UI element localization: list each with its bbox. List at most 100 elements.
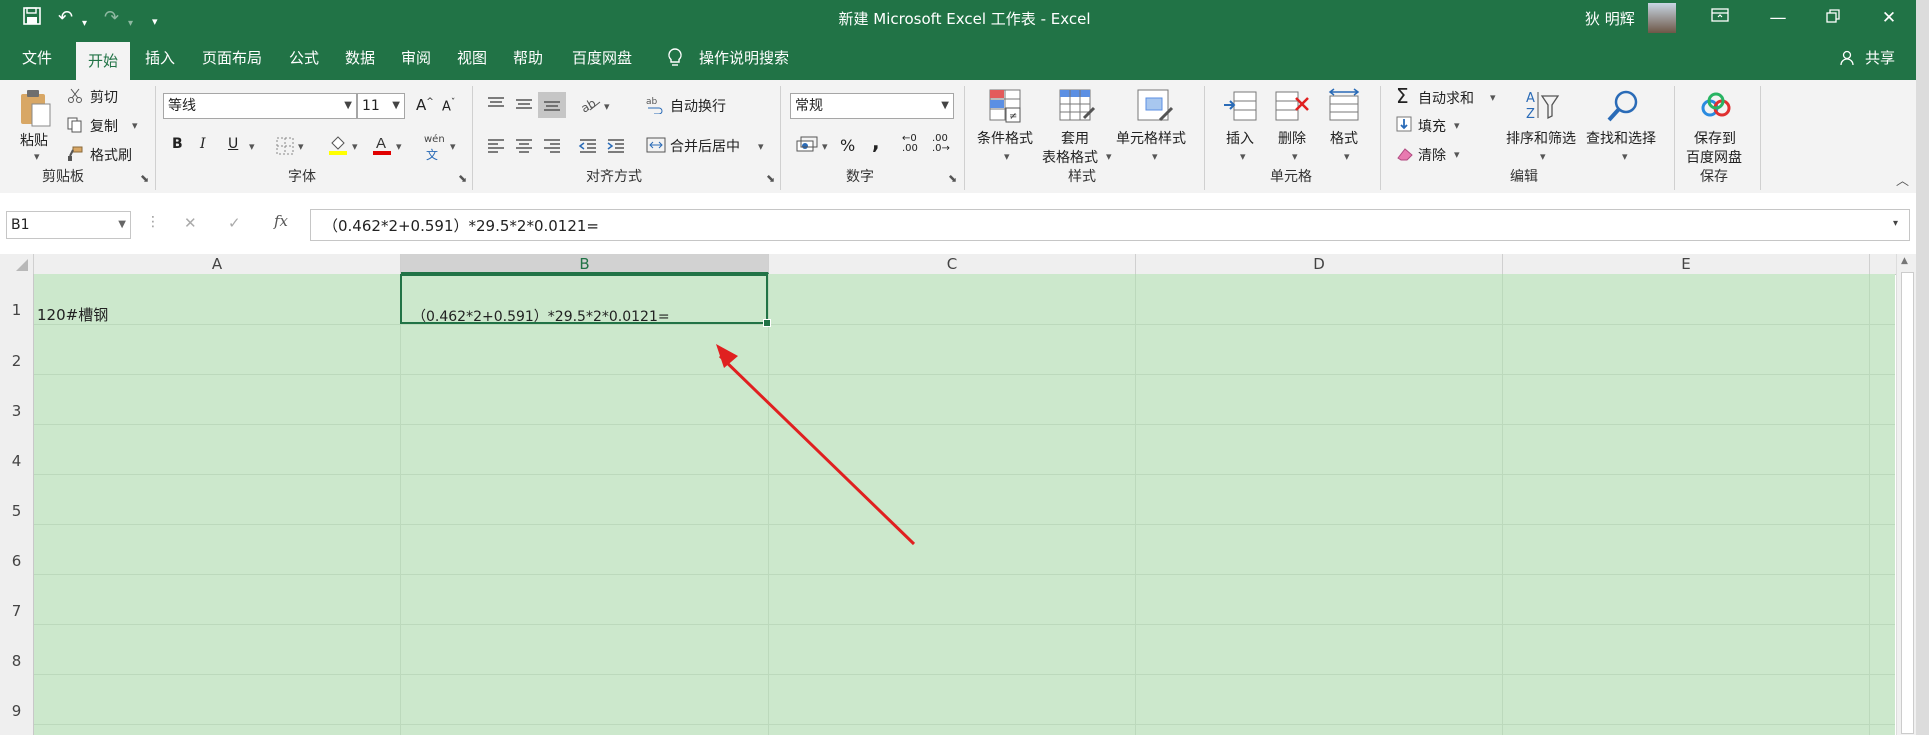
row-header-4[interactable]: 4	[0, 452, 33, 470]
row-header-2[interactable]: 2	[0, 352, 33, 370]
copy-icon[interactable]	[67, 117, 83, 137]
row-header-1[interactable]: 1	[0, 301, 33, 319]
tab-insert[interactable]: 插入	[138, 36, 182, 80]
phonetic-icon[interactable]: 文	[426, 146, 438, 163]
conditional-formatting-icon[interactable]: ≠	[988, 88, 1024, 128]
align-middle-icon[interactable]	[514, 96, 534, 116]
format-cells-button[interactable]: 格式	[1330, 128, 1358, 148]
find-select-button[interactable]: 查找和选择	[1586, 128, 1656, 148]
autosum-icon[interactable]: Σ	[1396, 84, 1409, 108]
close-icon[interactable]: ✕	[1866, 4, 1912, 32]
merge-center-button[interactable]: 合并后居中	[670, 136, 740, 156]
decrease-decimal-button[interactable]: .00.0→	[932, 134, 950, 154]
wrap-text-button[interactable]: 自动换行	[670, 96, 726, 116]
font-size-select[interactable]: 11 ▼	[357, 93, 405, 119]
wrap-text-icon[interactable]: ab	[646, 96, 664, 118]
format-painter-button[interactable]: 格式刷	[90, 145, 132, 165]
delete-cells-button[interactable]: 删除	[1278, 128, 1306, 148]
scrollbar-thumb[interactable]	[1901, 272, 1914, 734]
find-select-icon[interactable]	[1606, 88, 1642, 128]
column-header-b[interactable]: B	[401, 254, 769, 274]
format-as-table-label-1[interactable]: 套用	[1061, 128, 1089, 148]
vertical-scrollbar[interactable]: ▲	[1896, 254, 1917, 735]
paste-icon[interactable]	[18, 88, 54, 132]
avatar[interactable]	[1648, 3, 1676, 33]
merge-center-icon[interactable]	[646, 136, 666, 158]
insert-function-icon[interactable]: fx	[274, 212, 288, 230]
conditional-formatting-button[interactable]: 条件格式	[977, 128, 1033, 148]
row-header-7[interactable]: 7	[0, 602, 33, 620]
autosum-dropdown-icon[interactable]: ▾	[1490, 91, 1496, 104]
minimize-icon[interactable]: —	[1755, 4, 1801, 32]
row-header-3[interactable]: 3	[0, 402, 33, 420]
number-format-select[interactable]: 常规 ▼	[790, 93, 954, 119]
copy-dropdown-icon[interactable]: ▾	[132, 119, 138, 132]
insert-cells-icon[interactable]	[1222, 88, 1258, 128]
fill-icon[interactable]	[1396, 116, 1412, 136]
font-color-icon[interactable]: A	[372, 134, 392, 160]
fill-dropdown-icon[interactable]: ▾	[1454, 119, 1460, 132]
format-cells-icon[interactable]	[1326, 88, 1362, 128]
copy-button[interactable]: 复制	[90, 116, 118, 136]
worksheet-grid[interactable]: 120#槽钢 （0.462*2+0.591）*29.5*2*0.0121=	[34, 274, 1895, 735]
column-header-e[interactable]: E	[1503, 254, 1870, 274]
format-dropdown-icon[interactable]: ▾	[1344, 150, 1350, 163]
align-right-icon[interactable]	[542, 138, 562, 158]
tab-data[interactable]: 数据	[338, 36, 382, 80]
user-name[interactable]: 狄 明辉	[1585, 8, 1635, 29]
bold-button[interactable]: B	[172, 136, 183, 152]
insert-dropdown-icon[interactable]: ▾	[1240, 150, 1246, 163]
tab-help[interactable]: 帮助	[506, 36, 550, 80]
paste-dropdown-icon[interactable]: ▾	[34, 150, 40, 163]
fill-color-dropdown-icon[interactable]: ▾	[352, 140, 358, 153]
comma-style-button[interactable]: ,	[872, 130, 880, 154]
fill-button[interactable]: 填充	[1418, 116, 1446, 136]
sort-filter-button[interactable]: 排序和筛选	[1506, 128, 1576, 148]
format-as-table-label-2[interactable]: 表格格式	[1042, 147, 1098, 167]
row-header-8[interactable]: 8	[0, 652, 33, 670]
lightbulb-icon[interactable]	[662, 36, 688, 80]
share-icon[interactable]	[1836, 36, 1860, 80]
underline-dropdown-icon[interactable]: ▾	[249, 140, 255, 153]
restore-icon[interactable]	[1810, 4, 1856, 32]
cell-styles-icon[interactable]	[1136, 88, 1176, 128]
font-color-dropdown-icon[interactable]: ▾	[396, 140, 402, 153]
cell-styles-button[interactable]: 单元格样式	[1116, 128, 1186, 148]
tab-view[interactable]: 视图	[450, 36, 494, 80]
insert-cells-button[interactable]: 插入	[1226, 128, 1254, 148]
column-header-a[interactable]: A	[34, 254, 401, 274]
merge-dropdown-icon[interactable]: ▾	[758, 140, 764, 153]
enter-icon[interactable]: ✓	[228, 214, 241, 232]
tell-me-search[interactable]: 操作说明搜索	[696, 36, 792, 80]
tab-review[interactable]: 审阅	[394, 36, 438, 80]
clear-icon[interactable]	[1396, 146, 1414, 166]
italic-button[interactable]: I	[200, 136, 206, 152]
underline-button[interactable]: U	[228, 136, 238, 152]
save-to-baidu-label-2[interactable]: 百度网盘	[1686, 147, 1742, 167]
borders-icon[interactable]	[276, 137, 294, 159]
delete-cells-icon[interactable]	[1274, 88, 1310, 128]
autosum-button[interactable]: 自动求和	[1418, 88, 1474, 108]
tab-page-layout[interactable]: 页面布局	[196, 36, 268, 80]
format-as-table-icon[interactable]	[1058, 88, 1098, 128]
phonetic-button[interactable]: wén	[424, 134, 445, 145]
conditional-dropdown-icon[interactable]: ▾	[1004, 150, 1010, 163]
cut-icon[interactable]	[67, 88, 83, 108]
orientation-icon[interactable]: ab	[578, 96, 602, 118]
tab-baidu[interactable]: 百度网盘	[564, 36, 640, 80]
font-launcher-icon[interactable]: ⬊	[458, 172, 467, 185]
formula-input[interactable]: （0.462*2+0.591）*29.5*2*0.0121= ▾	[310, 209, 1910, 241]
sort-dropdown-icon[interactable]: ▾	[1540, 150, 1546, 163]
clipboard-launcher-icon[interactable]: ⬊	[140, 172, 149, 185]
percent-style-button[interactable]: %	[840, 136, 855, 155]
clear-dropdown-icon[interactable]: ▾	[1454, 148, 1460, 161]
baidu-cloud-icon[interactable]	[1700, 92, 1734, 124]
find-dropdown-icon[interactable]: ▾	[1622, 150, 1628, 163]
delete-dropdown-icon[interactable]: ▾	[1292, 150, 1298, 163]
alignment-launcher-icon[interactable]: ⬊	[766, 172, 775, 185]
table-dropdown-icon[interactable]: ▾	[1106, 150, 1112, 163]
align-bottom-icon[interactable]	[538, 92, 566, 118]
increase-indent-icon[interactable]	[606, 138, 626, 158]
column-header-c[interactable]: C	[769, 254, 1136, 274]
row-header-9[interactable]: 9	[0, 702, 33, 720]
